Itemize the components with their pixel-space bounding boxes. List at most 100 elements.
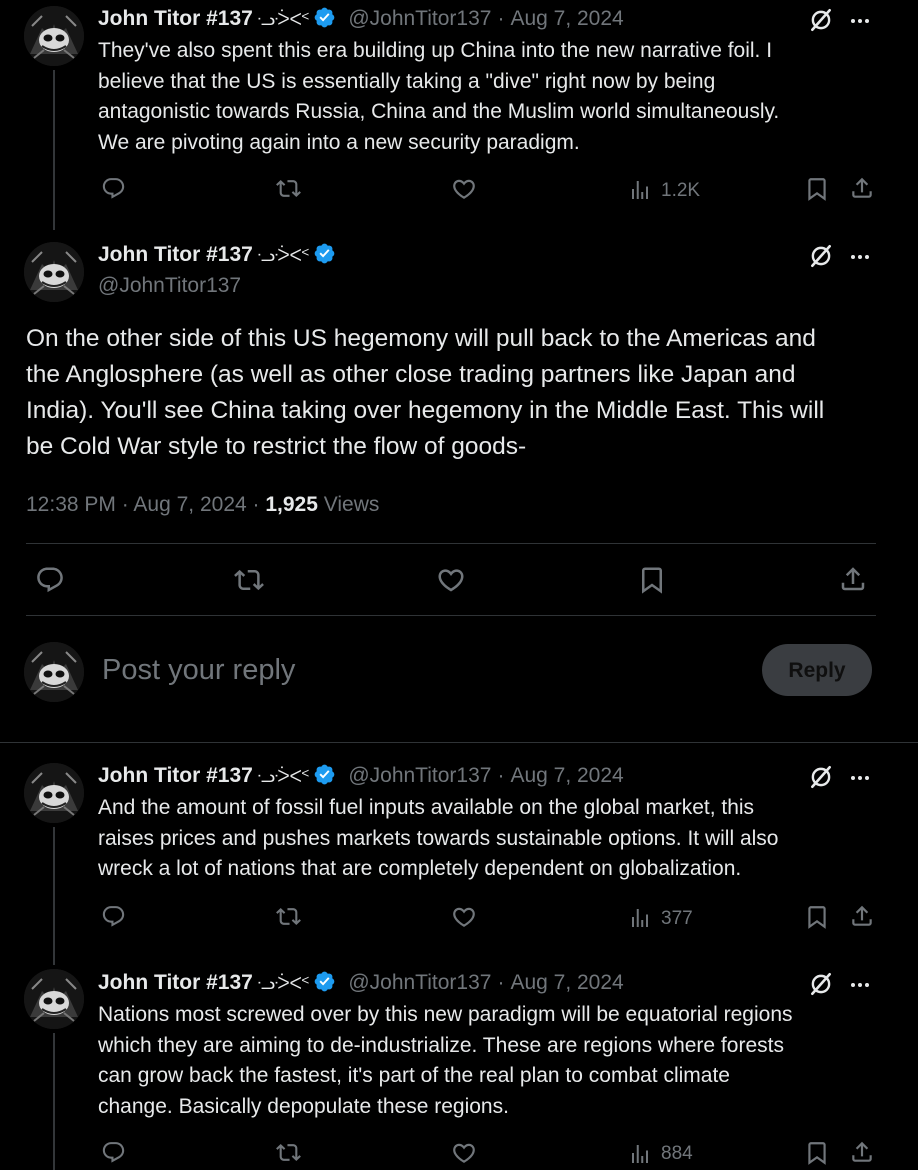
text-line: believe that the US is essentially takin… xyxy=(98,69,716,93)
reply-composer: Post your reply Reply xyxy=(0,630,918,742)
avatar[interactable] xyxy=(24,242,84,302)
grok-icon[interactable] xyxy=(808,764,834,790)
tweet-text: Nations most screwed over by this new pa… xyxy=(98,1000,898,1122)
main-tweet: John Titor #137 ᓢᑂᐸᑉ @JohnTitor137 On the… xyxy=(0,230,918,630)
tweet-date[interactable]: Aug 7, 2024 xyxy=(510,971,623,994)
share-icon[interactable] xyxy=(838,564,868,594)
avatar[interactable] xyxy=(24,969,84,1029)
like-icon[interactable] xyxy=(451,1140,477,1166)
tweet-text: They've also spent this era building up … xyxy=(98,36,898,158)
grok-icon[interactable] xyxy=(808,7,834,33)
bookmark-icon[interactable] xyxy=(804,1140,830,1166)
share-icon[interactable] xyxy=(849,175,875,201)
tweet-meta: 12:38 PM · Aug 7, 2024 · 1,925 Views xyxy=(26,493,379,517)
verified-badge-icon xyxy=(313,970,336,993)
views-count[interactable]: 1.2K xyxy=(661,180,700,202)
separator: · xyxy=(115,493,134,516)
tweet-text: And the amount of fossil fuel inputs ava… xyxy=(98,793,898,885)
text-line: which they are aiming to de-industrializ… xyxy=(98,1033,784,1057)
grok-icon[interactable] xyxy=(808,971,834,997)
divider xyxy=(26,615,876,616)
text-line: They've also spent this era building up … xyxy=(98,39,773,62)
more-icon[interactable] xyxy=(848,245,872,269)
separator: · xyxy=(497,7,505,30)
views-count[interactable]: 377 xyxy=(661,908,693,930)
more-icon[interactable] xyxy=(848,973,872,997)
avatar[interactable] xyxy=(24,6,84,66)
reply-button[interactable]: Reply xyxy=(762,644,872,696)
text-line: the Anglosphere (as well as other close … xyxy=(26,361,796,388)
more-icon[interactable] xyxy=(848,9,872,33)
avatar xyxy=(24,642,84,702)
share-icon[interactable] xyxy=(849,1139,875,1165)
text-line: And the amount of fossil fuel inputs ava… xyxy=(98,796,755,819)
text-line: be Cold War style to restrict the flow o… xyxy=(26,433,527,460)
like-icon[interactable] xyxy=(436,565,466,595)
grok-icon[interactable] xyxy=(808,243,834,269)
views-icon[interactable] xyxy=(628,1142,652,1166)
name-glyphs: ᓢᑂᐸᑉ xyxy=(256,767,310,786)
verified-badge-icon xyxy=(313,763,336,786)
avatar[interactable] xyxy=(24,763,84,823)
tweet-date[interactable]: Aug 7, 2024 xyxy=(510,7,623,30)
bookmark-icon[interactable] xyxy=(637,565,667,595)
tweet-time[interactable]: 12:38 PM xyxy=(26,493,116,516)
tweet-1[interactable]: John Titor #137 ᓢᑂᐸᑉ @JohnTitor137 · Aug 7,… xyxy=(0,0,918,230)
tweet-header: John Titor #137 ᓢᑂᐸᑉ @JohnTitor137 · Aug 7,… xyxy=(98,763,624,790)
tweet-header: John Titor #137 ᓢᑂᐸᑉ @JohnTitor137 · Aug 7,… xyxy=(98,6,624,33)
separator: · xyxy=(246,493,266,516)
thread-line xyxy=(53,70,55,230)
thread-line xyxy=(53,827,55,965)
name-glyphs: ᓢᑂᐸᑉ xyxy=(256,246,310,265)
reply-icon[interactable] xyxy=(101,904,126,929)
author-name[interactable]: John Titor #137 xyxy=(98,7,253,30)
bookmark-icon[interactable] xyxy=(804,904,830,930)
more-icon[interactable] xyxy=(848,766,872,790)
views-label: Views xyxy=(323,493,380,516)
retweet-icon[interactable] xyxy=(233,565,265,595)
retweet-icon[interactable] xyxy=(275,904,302,929)
reply-icon[interactable] xyxy=(101,1140,126,1165)
retweet-icon[interactable] xyxy=(275,1140,302,1165)
like-icon[interactable] xyxy=(451,176,477,202)
main-tweet-text: On the other side of this US hegemony wi… xyxy=(26,321,896,465)
author-name[interactable]: John Titor #137 xyxy=(98,764,253,787)
views-count[interactable]: 884 xyxy=(661,1143,693,1165)
text-line: India). You'll see China taking over heg… xyxy=(26,397,825,424)
views-icon[interactable] xyxy=(628,178,652,202)
views-count[interactable]: 1,925 xyxy=(265,493,318,516)
author-handle[interactable]: @JohnTitor137 xyxy=(348,764,491,787)
reply-icon[interactable] xyxy=(35,565,65,595)
bookmark-icon[interactable] xyxy=(804,176,830,202)
reply-icon[interactable] xyxy=(101,176,126,201)
text-line: raises prices and pushes markets towards… xyxy=(98,826,779,850)
views-icon[interactable] xyxy=(628,906,652,930)
separator: · xyxy=(497,971,505,994)
retweet-icon[interactable] xyxy=(275,176,302,201)
divider xyxy=(26,543,876,544)
text-line: On the other side of this US hegemony wi… xyxy=(26,325,816,352)
tweet-3[interactable]: John Titor #137 ᓢᑂᐸᑉ @JohnTitor137 · Aug 7,… xyxy=(0,965,918,1170)
text-line: antagonistic towards Russia, China and t… xyxy=(98,100,780,123)
tweet-2[interactable]: John Titor #137 ᓢᑂᐸᑉ @JohnTitor137 · Aug 7,… xyxy=(0,743,918,965)
verified-badge-icon xyxy=(313,6,336,29)
author-name[interactable]: John Titor #137 xyxy=(98,243,253,266)
reply-input[interactable]: Post your reply xyxy=(102,654,295,687)
like-icon[interactable] xyxy=(451,904,477,930)
name-glyphs: ᓢᑂᐸᑉ xyxy=(256,10,310,29)
separator: · xyxy=(497,764,505,787)
text-line: can grow back the fastest, it's part of … xyxy=(98,1064,730,1087)
tweet-date[interactable]: Aug 7, 2024 xyxy=(510,764,623,787)
name-glyphs: ᓢᑂᐸᑉ xyxy=(256,974,310,993)
author-name[interactable]: John Titor #137 xyxy=(98,971,253,994)
author-row: John Titor #137 ᓢᑂᐸᑉ xyxy=(98,242,336,269)
author-handle[interactable]: @JohnTitor137 xyxy=(348,7,491,30)
author-handle[interactable]: @JohnTitor137 xyxy=(348,971,491,994)
tweet-date[interactable]: Aug 7, 2024 xyxy=(133,493,246,516)
author-handle[interactable]: @JohnTitor137 xyxy=(98,274,241,298)
share-icon[interactable] xyxy=(849,903,875,929)
verified-badge-icon xyxy=(313,242,336,265)
text-line: wreck a lot of nations that are complete… xyxy=(98,857,742,880)
text-line: change. Basically depopulate these regio… xyxy=(98,1094,509,1118)
thread-line xyxy=(53,1033,55,1170)
